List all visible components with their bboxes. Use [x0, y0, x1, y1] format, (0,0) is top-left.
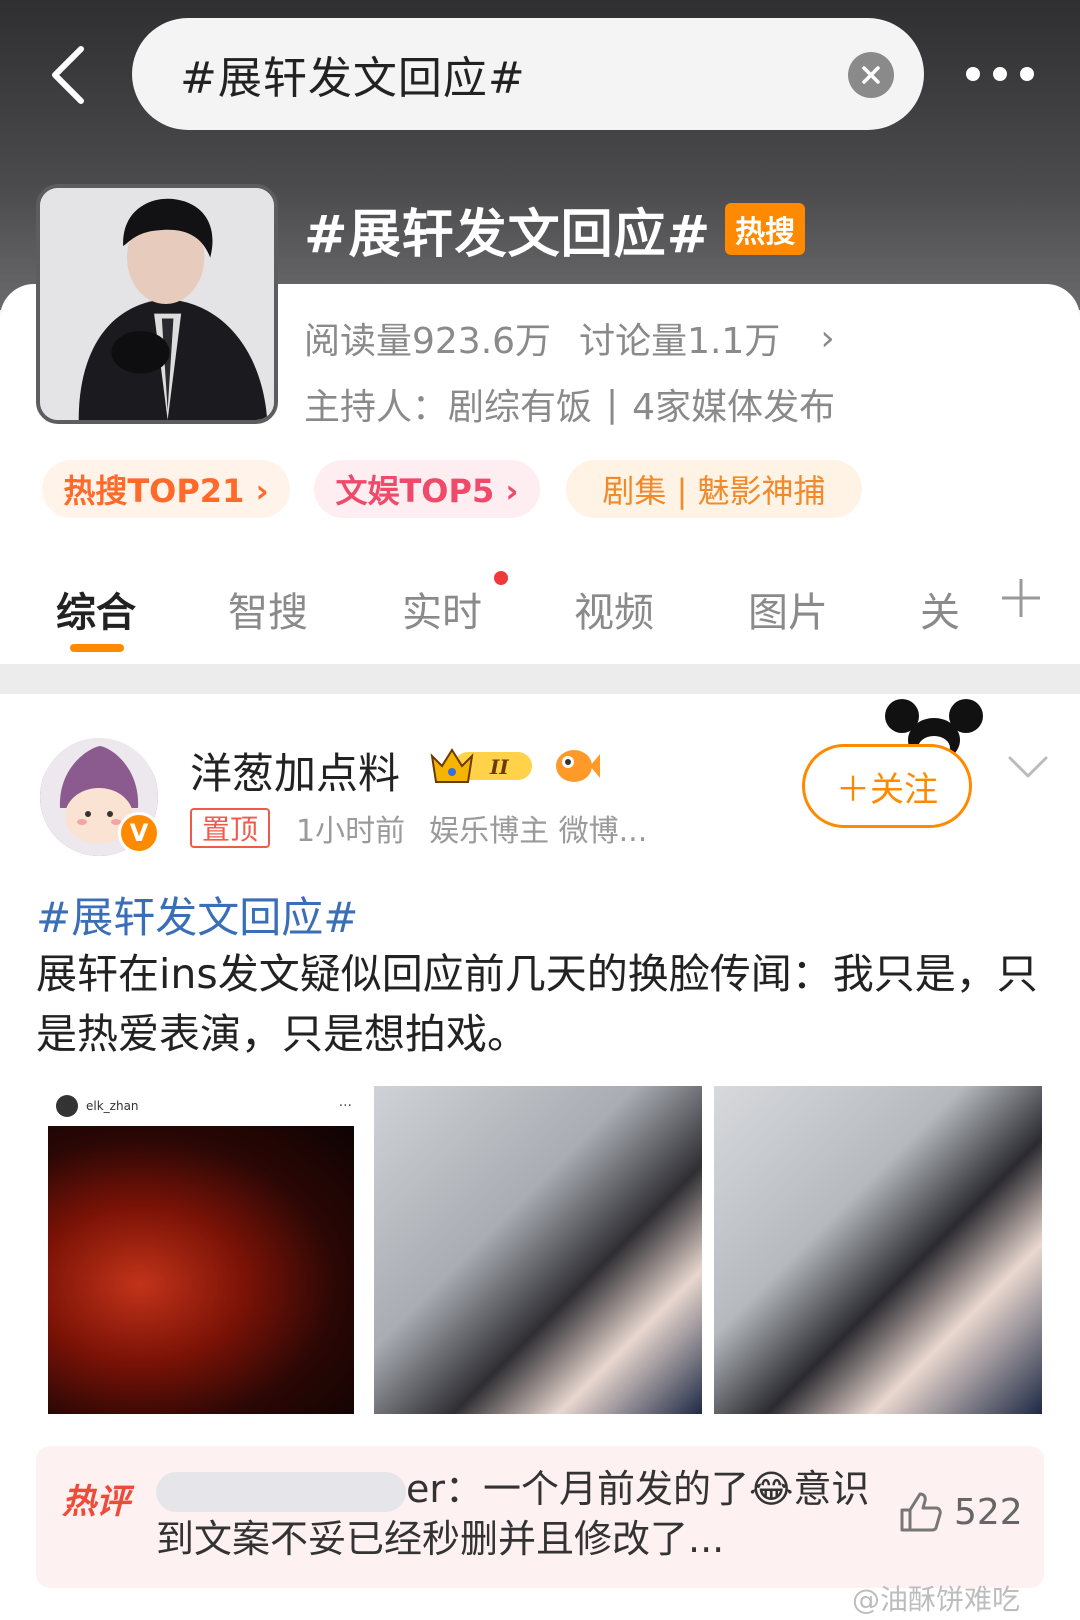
- hot-comment-text: er：一个月前发的了😂意识到文案不妥已经秒删并且修改了...: [156, 1464, 876, 1564]
- like-button[interactable]: 522: [896, 1488, 1023, 1536]
- tab-follow[interactable]: 关: [920, 580, 960, 638]
- read-count: 阅读量923.6万: [304, 321, 552, 362]
- host-label: 主持人：: [304, 387, 449, 428]
- media-count[interactable]: 4家媒体发布: [632, 378, 835, 430]
- discussion-count: 讨论量1.1万: [579, 321, 781, 362]
- tab-images[interactable]: 图片: [748, 580, 828, 638]
- post-image-3[interactable]: [714, 1086, 1042, 1414]
- post-image-2[interactable]: [374, 1086, 702, 1414]
- post-body-text: 展轩在ins发文疑似回应前几天的换脸传闻：我只是，只是热爱表演，只是想拍戏。: [36, 950, 1038, 1058]
- crown-level-badge-icon[interactable]: II: [428, 742, 540, 790]
- post-image-1[interactable]: elk_zhan ···: [48, 1086, 364, 1414]
- hot-search-badge: 热搜: [725, 203, 806, 255]
- tab-bar: 综合 智搜 实时 视频 图片 关: [0, 560, 1080, 660]
- topic-stats[interactable]: 阅读量923.6万 讨论量1.1万 ›: [304, 312, 835, 364]
- tab-smart-search[interactable]: 智搜: [228, 580, 308, 638]
- search-input[interactable]: #展轩发文回应#: [132, 18, 924, 130]
- follow-button[interactable]: ＋关注: [802, 744, 972, 828]
- hot-comment-box[interactable]: 热评 er：一个月前发的了😂意识到文案不妥已经秒删并且修改了... 522: [36, 1446, 1044, 1588]
- topic-title: #展轩发文回应#: [304, 204, 712, 265]
- svg-text:II: II: [489, 755, 509, 779]
- topic-title-row: #展轩发文回应# 热搜: [304, 196, 806, 265]
- ig-username: elk_zhan: [86, 1099, 139, 1113]
- fish-badge-icon[interactable]: [552, 742, 600, 788]
- like-count: 522: [954, 1491, 1023, 1533]
- blurred-commenter-name: [156, 1471, 406, 1512]
- divider: |: [606, 383, 619, 425]
- post-meta: 1小时前 娱乐博主 微博...: [296, 808, 671, 849]
- dot-icon: [1020, 67, 1034, 81]
- new-content-dot: [494, 571, 508, 585]
- tab-comprehensive[interactable]: 综合: [56, 580, 136, 638]
- commenter-name-suffix[interactable]: er: [406, 1467, 445, 1511]
- search-query: #展轩发文回应#: [180, 53, 526, 104]
- active-tab-indicator: [70, 644, 124, 652]
- section-divider: [0, 664, 1080, 694]
- dot-icon: [966, 67, 980, 81]
- chevron-right-icon: ›: [820, 317, 835, 359]
- portrait-illustration: [40, 188, 274, 420]
- add-tab-icon[interactable]: [1000, 577, 1042, 619]
- ig-avatar: [56, 1095, 78, 1117]
- instagram-post-header: elk_zhan ···: [48, 1086, 364, 1126]
- drama-chip[interactable]: 剧集 | 魅影神捕: [566, 460, 862, 518]
- author-role: 娱乐博主 微博...: [429, 814, 648, 849]
- back-button[interactable]: [42, 42, 92, 108]
- chevron-down-icon[interactable]: [1006, 752, 1050, 782]
- ig-more-icon: ···: [338, 1098, 352, 1114]
- topic-host-row: 主持人： 剧综有饭 | 4家媒体发布: [304, 378, 835, 430]
- dot-icon: [993, 67, 1007, 81]
- host-name[interactable]: 剧综有饭: [448, 378, 592, 430]
- clear-search-button[interactable]: [848, 52, 894, 98]
- entertainment-rank-chip[interactable]: 文娱TOP5 ›: [314, 460, 540, 518]
- more-options-button[interactable]: [960, 52, 1040, 96]
- red-portrait-image: [48, 1126, 354, 1414]
- watermark: @油酥饼难吃: [852, 1583, 1021, 1616]
- pinned-label: 置顶: [190, 808, 271, 848]
- tab-realtime[interactable]: 实时: [402, 580, 482, 638]
- verified-icon: V: [118, 812, 160, 854]
- close-icon: [862, 66, 880, 84]
- thumbs-up-icon: [900, 1492, 942, 1532]
- back-arrow-icon: [52, 46, 84, 104]
- post-hashtag-link[interactable]: #展轩发文回应#: [36, 884, 358, 945]
- tab-video[interactable]: 视频: [574, 580, 654, 638]
- post-username[interactable]: 洋葱加点料: [190, 740, 400, 801]
- post-time: 1小时前: [296, 814, 406, 849]
- hot-comment-tag: 热评: [62, 1482, 130, 1522]
- topic-cover-image[interactable]: [36, 184, 278, 424]
- hot-search-rank-chip[interactable]: 热搜TOP21 ›: [42, 460, 290, 518]
